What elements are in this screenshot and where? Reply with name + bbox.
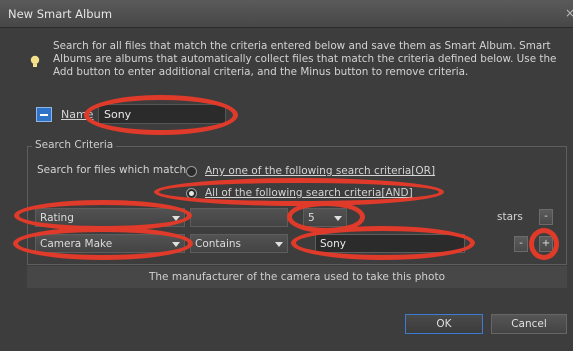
stars-label: stars xyxy=(497,211,523,223)
info-text: Search for all files that match the crit… xyxy=(53,40,557,78)
chevron-down-icon xyxy=(275,242,283,247)
ok-button[interactable]: OK xyxy=(405,314,483,334)
title-bar: New Smart Album × xyxy=(0,0,573,28)
name-toggle-icon[interactable] xyxy=(36,107,52,122)
radio-any-or[interactable] xyxy=(186,166,197,177)
annotation-ellipse xyxy=(529,228,559,260)
annotation-ellipse xyxy=(291,226,475,260)
criteria-operator-value: Contains xyxy=(195,238,242,250)
new-smart-album-dialog: New Smart Album × Search for all files t… xyxy=(0,0,573,351)
remove-criteria-button[interactable]: - xyxy=(514,236,528,252)
annotation-ellipse xyxy=(13,227,193,260)
annotation-ellipse xyxy=(84,95,238,135)
radio-any-label[interactable]: Any one of the following search criteria… xyxy=(205,165,435,177)
window-title: New Smart Album xyxy=(8,7,113,21)
criteria-operator-blank xyxy=(190,208,288,227)
lightbulb-icon xyxy=(30,55,40,67)
close-icon[interactable]: × xyxy=(565,6,573,20)
search-criteria-legend: Search Criteria xyxy=(32,139,117,151)
annotation-ellipse xyxy=(154,178,444,206)
cancel-button[interactable]: Cancel xyxy=(491,314,567,334)
remove-criteria-button[interactable]: - xyxy=(539,209,553,225)
match-label: Search for files which match: xyxy=(37,164,190,176)
criteria-operator-select[interactable]: Contains xyxy=(190,234,288,253)
criteria-description: The manufacturer of the camera used to t… xyxy=(27,266,567,288)
